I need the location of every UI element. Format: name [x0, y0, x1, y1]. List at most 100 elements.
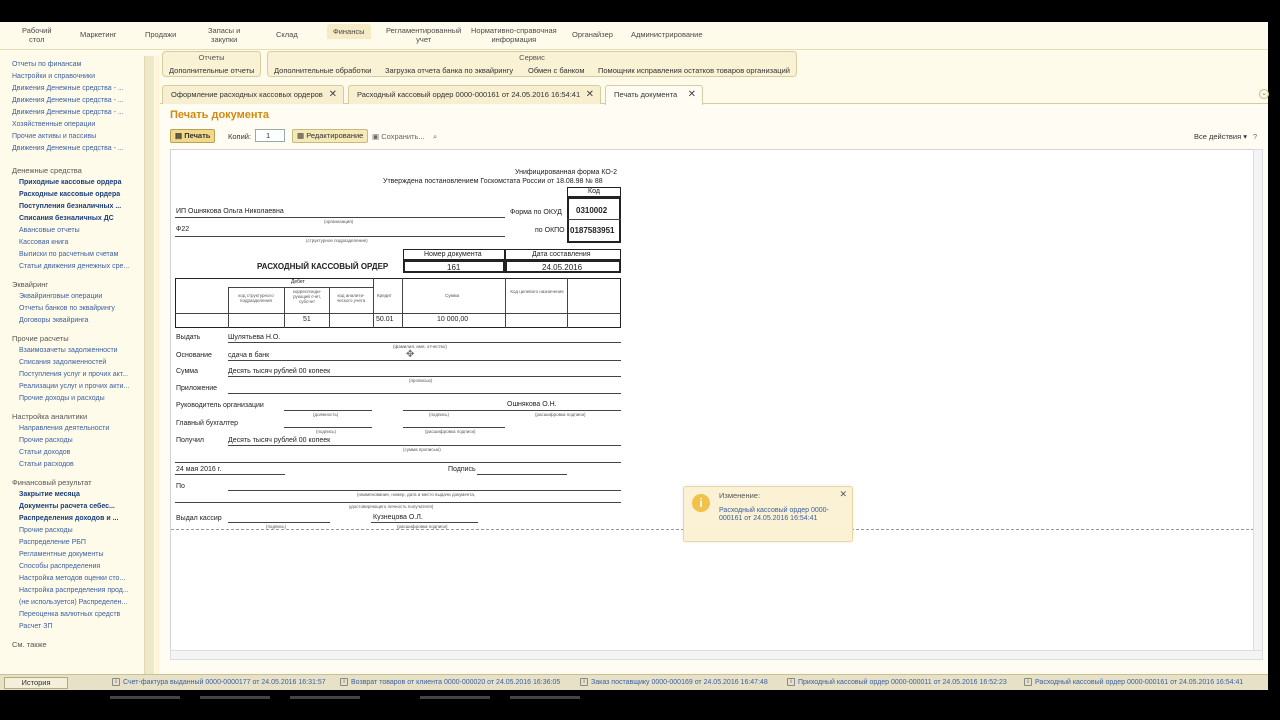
section-sales[interactable]: Продажи: [145, 30, 176, 39]
nav-item[interactable]: Эквайринговые операции: [19, 292, 141, 301]
panel-splitter[interactable]: [155, 56, 159, 674]
taskbar-item[interactable]: [510, 696, 580, 699]
nav-item[interactable]: Прочие расходы: [19, 526, 141, 535]
section-organizer[interactable]: Органайзер: [572, 30, 613, 39]
section-finance[interactable]: Финансы: [327, 24, 371, 39]
nav-item[interactable]: Списания задолженностей: [19, 358, 141, 367]
nav-item[interactable]: Направления деятельности: [19, 424, 141, 433]
chevron-down-icon[interactable]: ⌄: [1259, 89, 1269, 99]
history-item-5[interactable]: i Расходный кассовый ордер 0000-000161 от…: [1024, 678, 1243, 686]
okpo-label: по ОКПО: [535, 227, 565, 234]
nav-item[interactable]: Статьи доходов: [19, 448, 141, 457]
nav-link[interactable]: Движения Денежные средства - ...: [12, 84, 134, 93]
division-name: Ф22: [176, 226, 190, 233]
group-reports-title: Отчеты: [198, 53, 225, 62]
close-icon[interactable]: ✕: [586, 86, 594, 103]
nav-item[interactable]: Кассовая книга: [19, 238, 141, 247]
nav-item[interactable]: Списания безналичных ДС: [19, 214, 141, 223]
history-button[interactable]: История: [4, 677, 68, 689]
kassir-label: Выдал кассир: [176, 515, 222, 522]
nav-item[interactable]: Договоры эквайринга: [19, 316, 141, 325]
nav-link[interactable]: Отчеты по финансам: [12, 60, 134, 69]
codes-divider: [567, 219, 621, 220]
nav-item[interactable]: (не используется) Распределен...: [19, 598, 141, 607]
copies-stepper[interactable]: 1: [255, 129, 285, 142]
section-admin[interactable]: Администрирование: [631, 30, 703, 39]
nav-item[interactable]: Способы распределения: [19, 562, 141, 571]
notification-link[interactable]: Расходный кассовый ордер 0000-000161 от …: [719, 507, 829, 523]
nav-item[interactable]: Взаимозачеты задолженности: [19, 346, 141, 355]
tab-print-document[interactable]: Печать документа ✕: [605, 85, 703, 105]
save-button[interactable]: ▣ Сохранить...: [372, 132, 425, 141]
section-warehouse[interactable]: Склад: [276, 30, 298, 39]
close-icon[interactable]: ✕: [329, 86, 337, 103]
taskbar-item[interactable]: [110, 696, 180, 699]
history-item-3[interactable]: i Заказ поставщику 0000-000169 от 24.05.2…: [580, 678, 768, 686]
taskbar-item[interactable]: [420, 696, 490, 699]
nav-item[interactable]: Выписки по расчетным счетам: [19, 250, 141, 259]
poluchil-line: [228, 445, 621, 446]
preview-icon[interactable]: ⌕: [433, 132, 437, 142]
all-actions-menu[interactable]: Все действия ▾: [1194, 132, 1247, 141]
nav-item[interactable]: Распределение РБП: [19, 538, 141, 547]
bank-exchange-button[interactable]: Обмен с банком: [528, 66, 584, 75]
nav-item[interactable]: Прочие доходы и расходы: [19, 394, 141, 403]
document-vertical-scrollbar[interactable]: [1253, 149, 1263, 652]
nav-item[interactable]: Статьи движения денежных сре...: [19, 262, 141, 271]
nav-item[interactable]: Реализации услуг и прочих акти...: [19, 382, 141, 391]
document-horizontal-scrollbar[interactable]: [170, 650, 1263, 660]
tab-rko-list[interactable]: Оформление расходных кассовых ордеров ✕: [162, 85, 344, 104]
nav-item[interactable]: Статьи расходов: [19, 460, 141, 469]
nav-item[interactable]: Распределения доходов и ...: [19, 514, 141, 523]
tab-rko-document[interactable]: Расходный кассовый ордер 0000-000161 от …: [348, 85, 601, 104]
nav-link[interactable]: Прочие активы и пассивы: [12, 132, 134, 141]
nav-item[interactable]: Расчет ЗП: [19, 622, 141, 631]
nav-item[interactable]: Поступления услуг и прочих акт...: [19, 370, 141, 379]
nav-item[interactable]: Поступления безналичных ...: [19, 202, 141, 211]
print-button[interactable]: ▤ Печать: [170, 129, 216, 143]
nav-item[interactable]: Настройка распределения прод...: [19, 586, 141, 595]
section-stock[interactable]: Запасы и закупки: [208, 26, 240, 44]
section-reference[interactable]: Нормативно-справочная информация: [471, 26, 557, 44]
close-icon[interactable]: ✕: [839, 489, 847, 500]
division-caption: (структурное подразделение): [306, 238, 368, 243]
nav-item[interactable]: Прочие расходы: [19, 436, 141, 445]
print-button-label: Печать: [184, 131, 211, 140]
edit-button[interactable]: ▦ Редактирование: [292, 129, 369, 143]
taskbar-item[interactable]: [290, 696, 360, 699]
navigation-scrollbar[interactable]: [144, 56, 154, 674]
nav-item[interactable]: Регламентные документы: [19, 550, 141, 559]
nav-item[interactable]: Отчеты банков по эквайрингу: [19, 304, 141, 313]
additional-reports-button[interactable]: Дополнительные отчеты: [169, 66, 255, 75]
history-item-1[interactable]: i Счет-фактура выданный 0000-0000177 от 2…: [112, 678, 326, 686]
nav-item[interactable]: Документы расчета себес...: [19, 502, 141, 511]
nav-item[interactable]: Закрытие месяца: [19, 490, 141, 499]
section-regulated[interactable]: Регламентированный учет: [386, 26, 461, 44]
close-icon[interactable]: ✕: [688, 86, 696, 103]
history-item-4[interactable]: i Приходный кассовый ордер 0000-000011 от…: [787, 678, 1007, 686]
nav-link[interactable]: Движения Денежные средства - ...: [12, 144, 134, 153]
nav-link[interactable]: Хозяйственные операции: [12, 120, 134, 129]
history-item-4-label: Приходный кассовый ордер 0000-000011 от …: [798, 678, 1007, 686]
taskbar-item[interactable]: [200, 696, 270, 699]
nav-link[interactable]: Движения Денежные средства - ...: [12, 96, 134, 105]
fix-balances-assistant-button[interactable]: Помощник исправления остатков товаров ор…: [598, 66, 790, 75]
app-window: Рабочий стол Маркетинг Продажи Запасы и за…: [0, 0, 1280, 720]
row-sum-value: 10 000,00: [437, 316, 469, 323]
load-bank-report-button[interactable]: Загрузка отчета банка по эквайрингу: [385, 66, 513, 75]
section-marketing[interactable]: Маркетинг: [80, 30, 116, 39]
history-item-2[interactable]: i Возврат товаров от клиента 0000-000020 …: [340, 678, 560, 686]
accountant-name-line: [403, 427, 505, 428]
nav-item[interactable]: Настройка методов оценки сто...: [19, 574, 141, 583]
nav-item[interactable]: Переоценка валютных средств: [19, 610, 141, 619]
spreadsheet-document[interactable]: Унифицированная форма КО-2 Утверждена по…: [170, 149, 1263, 652]
edit-icon: ▦: [297, 131, 305, 140]
nav-item[interactable]: Приходные кассовые ордера: [19, 178, 141, 187]
section-desktop[interactable]: Рабочий стол: [22, 26, 52, 44]
help-icon[interactable]: ?: [1253, 132, 1257, 141]
nav-item[interactable]: Расходные кассовые ордера: [19, 190, 141, 199]
nav-item[interactable]: Авансовые отчеты: [19, 226, 141, 235]
nav-link[interactable]: Движения Денежные средства - ...: [12, 108, 134, 117]
nav-link[interactable]: Настройки и справочники: [12, 72, 134, 81]
additional-processing-button[interactable]: Дополнительные обработки: [274, 66, 371, 75]
